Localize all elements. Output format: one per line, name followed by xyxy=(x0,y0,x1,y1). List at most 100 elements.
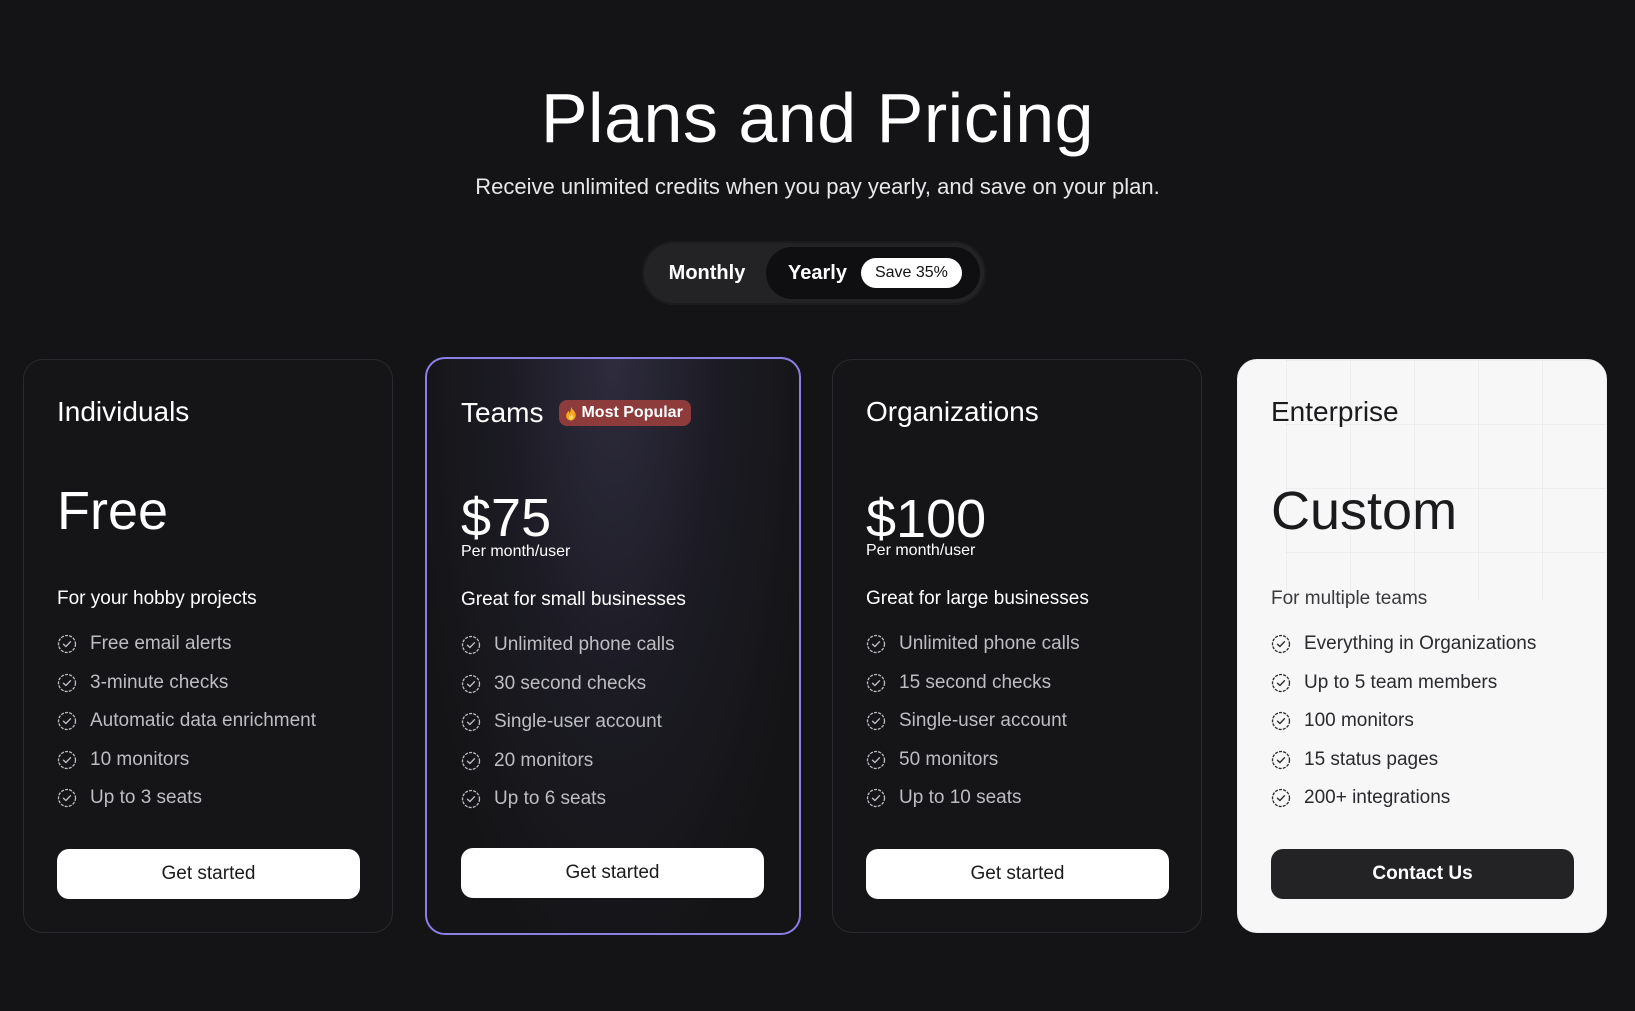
plan-card-enterprise: Enterprise Custom For multiple teams Eve… xyxy=(1237,359,1607,933)
plan-tagline: Great for small businesses xyxy=(461,589,686,610)
get-started-button[interactable]: Get started xyxy=(461,848,764,898)
feature-item: Up to 5 team members xyxy=(1271,664,1536,703)
check-circle-icon xyxy=(461,636,481,655)
toggle-yearly[interactable]: Yearly Save 35% xyxy=(766,247,980,299)
feature-item: 200+ integrations xyxy=(1271,779,1536,818)
feature-item: 50 monitors xyxy=(866,741,1080,780)
feature-text: Free email alerts xyxy=(90,633,232,655)
check-circle-icon xyxy=(57,712,77,731)
feature-item: 3-minute checks xyxy=(57,664,316,703)
fire-icon xyxy=(566,406,577,420)
feature-text: Automatic data enrichment xyxy=(90,710,317,732)
page-subtitle: Receive unlimited credits when you pay y… xyxy=(475,174,1160,199)
feature-list: Unlimited phone calls 15 second checks S… xyxy=(866,625,1080,818)
get-started-button[interactable]: Get started xyxy=(57,849,360,899)
feature-text: 200+ integrations xyxy=(1304,787,1451,809)
feature-text: Unlimited phone calls xyxy=(494,634,675,656)
check-circle-icon xyxy=(866,673,886,692)
most-popular-label: Most Popular xyxy=(581,404,683,421)
billing-period-toggle: Monthly Yearly Save 35% xyxy=(642,241,986,305)
feature-text: Unlimited phone calls xyxy=(899,633,1080,655)
plan-tagline: Great for large businesses xyxy=(866,588,1089,609)
feature-item: Unlimited phone calls xyxy=(461,626,675,665)
check-circle-icon xyxy=(461,751,481,770)
get-started-button[interactable]: Get started xyxy=(866,849,1169,899)
plan-price: Custom xyxy=(1271,481,1458,541)
check-circle-icon xyxy=(57,789,77,808)
check-circle-icon xyxy=(866,635,886,654)
plan-tagline: For your hobby projects xyxy=(57,588,257,609)
toggle-yearly-label: Yearly xyxy=(788,261,847,284)
check-circle-icon xyxy=(461,713,481,732)
feature-item: 15 second checks xyxy=(866,664,1080,703)
check-circle-icon xyxy=(1271,750,1291,769)
feature-item: Up to 10 seats xyxy=(866,779,1080,818)
feature-text: Single-user account xyxy=(494,711,662,733)
plan-name-label: Enterprise xyxy=(1271,396,1399,427)
feature-item: 15 status pages xyxy=(1271,741,1536,780)
feature-text: Everything in Organizations xyxy=(1304,633,1537,655)
feature-item: Up to 6 seats xyxy=(461,780,675,819)
plan-card-organizations: Organizations $100 Per month/user Great … xyxy=(832,359,1202,933)
most-popular-badge: Most Popular xyxy=(559,400,691,426)
feature-item: Single-user account xyxy=(866,702,1080,741)
save-badge: Save 35% xyxy=(860,258,962,288)
check-circle-icon xyxy=(461,674,481,693)
plan-name: Organizations xyxy=(866,394,1039,430)
feature-list: Free email alerts 3-minute checks Automa… xyxy=(57,625,316,818)
check-circle-icon xyxy=(57,750,77,769)
check-circle-icon xyxy=(866,750,886,769)
feature-item: Everything in Organizations xyxy=(1271,625,1536,664)
check-circle-icon xyxy=(1271,635,1291,654)
feature-text: 50 monitors xyxy=(899,748,999,770)
feature-text: Up to 3 seats xyxy=(90,787,202,809)
feature-text: 15 status pages xyxy=(1304,748,1439,770)
feature-item: Single-user account xyxy=(461,703,675,742)
feature-text: Up to 6 seats xyxy=(494,788,606,810)
price-note: Per month/user xyxy=(461,543,571,560)
plan-name-label: Individuals xyxy=(57,396,190,427)
feature-item: 100 monitors xyxy=(1271,702,1536,741)
feature-text: Single-user account xyxy=(899,710,1067,732)
check-circle-icon xyxy=(866,789,886,808)
plan-tagline: For multiple teams xyxy=(1271,588,1428,609)
feature-item: 10 monitors xyxy=(57,741,316,780)
check-circle-icon xyxy=(57,635,77,654)
feature-list: Everything in Organizations Up to 5 team… xyxy=(1271,625,1536,818)
feature-text: Up to 5 team members xyxy=(1304,671,1498,693)
feature-text: 30 second checks xyxy=(494,672,647,694)
feature-text: 20 monitors xyxy=(494,749,594,771)
feature-item: Unlimited phone calls xyxy=(866,625,1080,664)
plan-name-label: Organizations xyxy=(866,396,1039,427)
feature-item: Free email alerts xyxy=(57,625,316,664)
feature-item: Automatic data enrichment xyxy=(57,702,316,741)
toggle-monthly-label: Monthly xyxy=(668,261,746,284)
feature-item: Up to 3 seats xyxy=(57,779,316,818)
check-circle-icon xyxy=(1271,712,1291,731)
plan-card-individuals: Individuals Free For your hobby projects… xyxy=(23,359,393,933)
plan-name: Individuals xyxy=(57,394,189,430)
feature-text: 10 monitors xyxy=(90,748,190,770)
feature-text: 3-minute checks xyxy=(90,671,229,693)
feature-text: Up to 10 seats xyxy=(899,787,1022,809)
check-circle-icon xyxy=(1271,789,1291,808)
contact-us-button[interactable]: Contact Us xyxy=(1271,849,1574,899)
feature-list: Unlimited phone calls 30 second checks S… xyxy=(461,626,675,819)
check-circle-icon xyxy=(461,790,481,809)
feature-text: 100 monitors xyxy=(1304,710,1414,732)
check-circle-icon xyxy=(57,673,77,692)
pricing-page: Plans and Pricing Receive unlimited cred… xyxy=(0,0,1635,1011)
toggle-monthly[interactable]: Monthly xyxy=(648,247,766,299)
feature-text: 15 second checks xyxy=(899,671,1052,693)
feature-item: 30 second checks xyxy=(461,665,675,704)
price-note: Per month/user xyxy=(866,542,976,559)
plan-name: Enterprise xyxy=(1271,394,1399,430)
check-circle-icon xyxy=(1271,673,1291,692)
plan-name-label: Teams xyxy=(461,397,544,428)
plan-price: Free xyxy=(57,481,169,541)
check-circle-icon xyxy=(866,712,886,731)
page-title: Plans and Pricing xyxy=(540,79,1095,157)
feature-item: 20 monitors xyxy=(461,742,675,781)
plan-name: Teams Most Popular xyxy=(461,395,691,431)
plan-card-teams: Teams Most Popular $75 Per month/user Gr… xyxy=(425,357,801,935)
